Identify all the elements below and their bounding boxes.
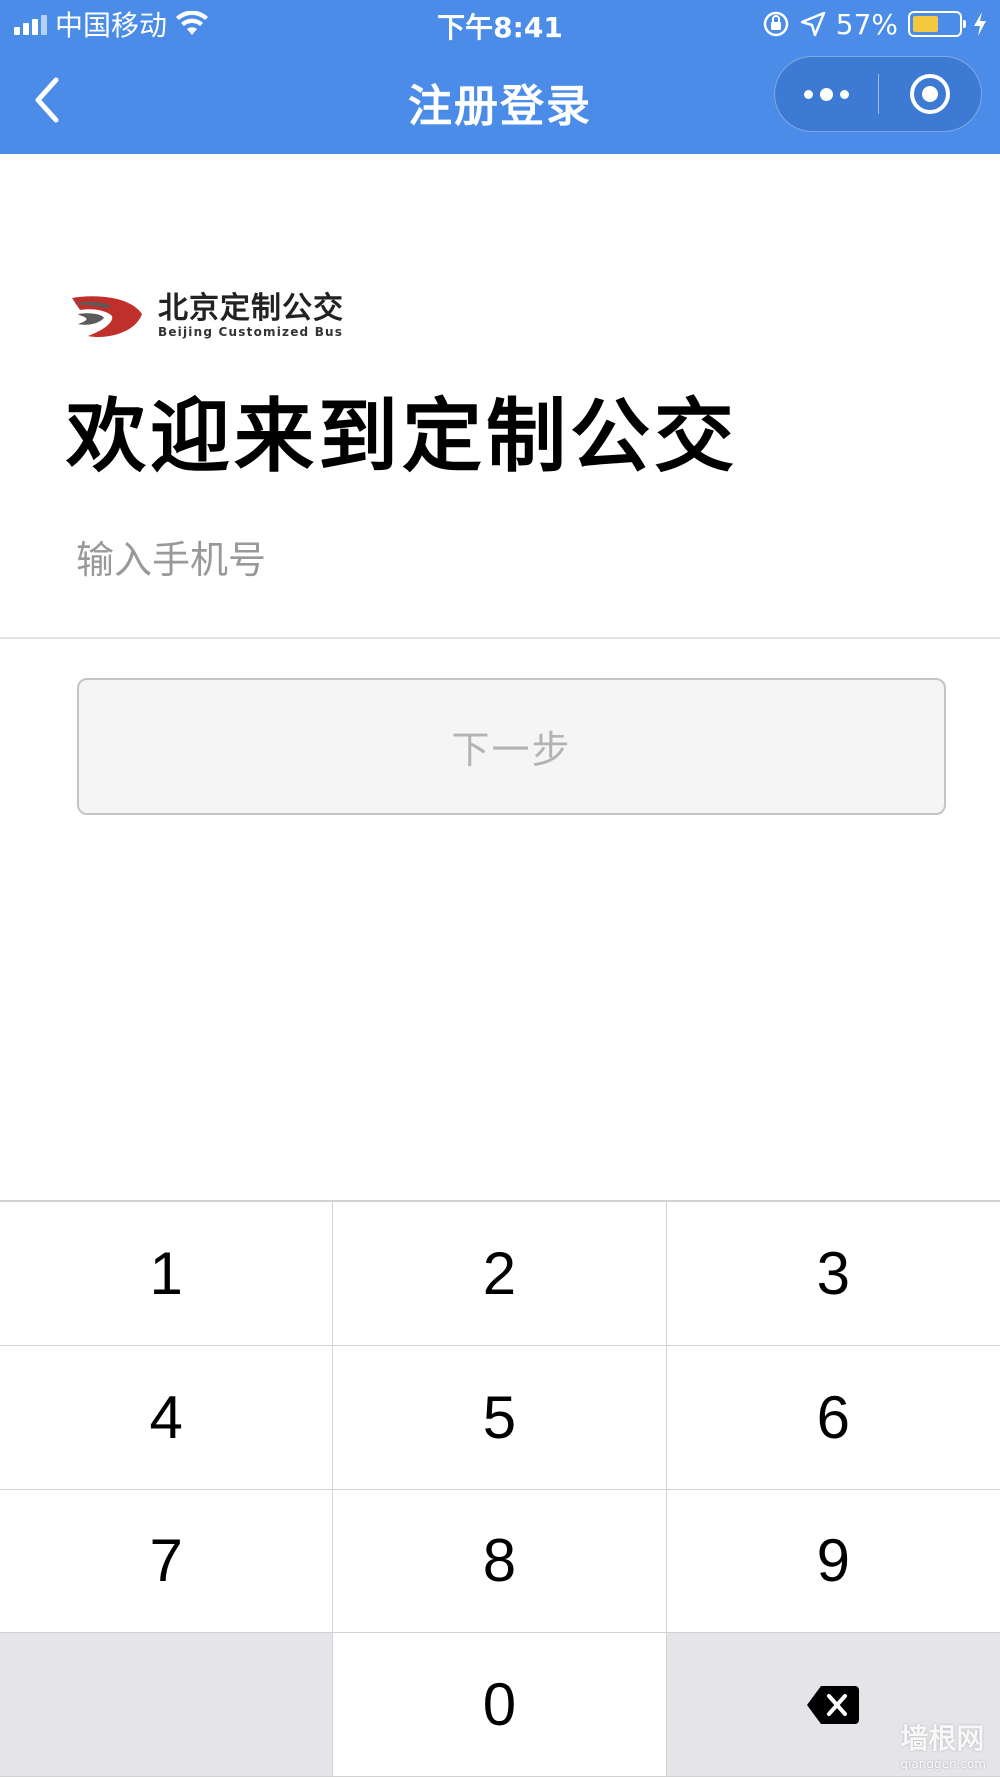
key-6[interactable]: 6 [666,1345,1000,1490]
logo-name: 北京定制公交 [158,291,344,326]
welcome-heading: 欢迎来到定制公交 [66,390,738,483]
location-arrow-icon [800,11,826,37]
backspace-icon [807,1685,860,1724]
next-step-button[interactable]: 下一步 [77,678,946,815]
key-3[interactable]: 3 [666,1202,1000,1346]
watermark-url: qianggen.com [900,1757,986,1771]
more-button[interactable] [775,56,878,132]
phone-number-input[interactable] [76,530,926,590]
key-4[interactable]: 4 [0,1345,334,1490]
logo-subtitle: Beijing Customized Bus [158,325,344,339]
more-dots-icon [803,87,849,101]
nav-bar: 注册登录 [0,48,1000,154]
key-2[interactable]: 2 [333,1202,667,1346]
key-0[interactable]: 0 [333,1633,667,1777]
status-bar: 中国移动 下午8:41 57% [0,0,1000,48]
key-8[interactable]: 8 [333,1489,667,1634]
charging-bolt-icon [974,12,986,36]
close-miniprogram-button[interactable] [878,56,981,132]
bus-logo-icon [72,296,142,338]
orientation-lock-icon [763,11,789,37]
target-close-icon [909,74,950,114]
key-1[interactable]: 1 [0,1202,334,1346]
logo-text: 北京定制公交 Beijing Customized Bus [158,291,344,340]
battery-icon [908,11,966,37]
numeric-keypad: 1 2 3 4 5 6 7 8 9 0 [0,1200,1000,1777]
input-underline [0,637,1000,639]
watermark: 墙根网 qianggen.com [900,1717,986,1771]
brand-logo: 北京定制公交 Beijing Customized Bus [70,292,344,340]
status-right: 57% [762,7,988,41]
key-5[interactable]: 5 [333,1345,667,1490]
battery-percent: 57% [835,7,898,41]
battery-level [913,16,939,32]
mini-program-capsule [774,56,982,132]
watermark-text: 墙根网 [900,1722,985,1755]
key-empty [0,1633,334,1777]
key-9[interactable]: 9 [666,1489,1000,1634]
key-7[interactable]: 7 [0,1489,334,1634]
